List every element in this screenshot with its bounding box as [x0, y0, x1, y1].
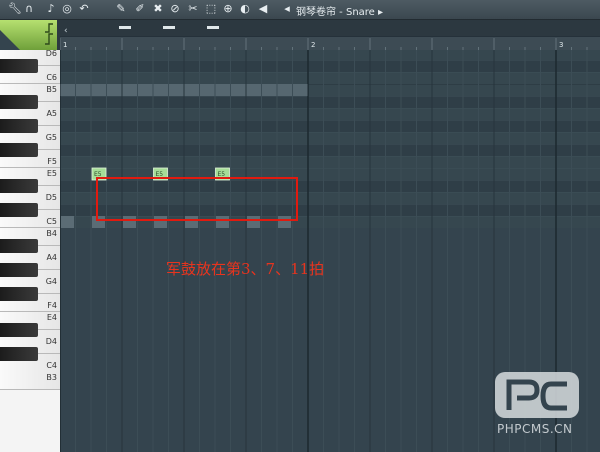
grid-row	[60, 96, 600, 108]
black-key[interactable]	[0, 179, 38, 193]
annotation-text: 军鼓放在第3、7、11拍	[166, 260, 325, 278]
black-key[interactable]	[0, 347, 38, 361]
piano-roll-toolbar: 🔧︎ ∩ ♪ ◎ ↶ ✎ ✐ ✖ ⊘ ✂ ⬚ ⊕ ◐ ◀ ◂ 钢琴卷帘 - Sn…	[0, 0, 600, 20]
window-title: 钢琴卷帘 - Snare ▸	[296, 3, 383, 18]
watermark-logo-icon	[506, 379, 567, 411]
key-label: D4	[45, 337, 57, 346]
ghost-row-b5	[107, 84, 122, 96]
mute-icon[interactable]: ⊘	[168, 2, 182, 16]
ruler-bar-number: 1	[63, 41, 67, 49]
ghost-row-b5	[122, 84, 137, 96]
key-label: A5	[46, 109, 57, 118]
key-label: E5	[46, 169, 57, 178]
key-label: G4	[45, 277, 57, 286]
ghost-row-b5	[184, 84, 199, 96]
grid-row	[60, 50, 600, 60]
black-key[interactable]	[0, 59, 38, 73]
loop-marker	[207, 26, 219, 29]
annotation-box	[96, 177, 298, 221]
ghost-row-b5	[262, 84, 277, 96]
pencil-icon[interactable]: ✎	[114, 2, 128, 16]
scroll-left-icon: ‹	[64, 26, 68, 35]
envelope-corner-button[interactable]	[0, 20, 57, 50]
playback-icon[interactable]: ◐	[238, 2, 252, 16]
ghost-row-b5	[76, 84, 91, 96]
black-key[interactable]	[0, 203, 38, 217]
key-label: C4	[46, 361, 57, 370]
speaker-icon[interactable]: ◀	[256, 2, 270, 16]
timeline-ruler[interactable]: 1 2 3	[59, 36, 600, 52]
black-key[interactable]	[0, 143, 38, 157]
grid-row	[60, 60, 600, 72]
grid-row	[60, 144, 600, 156]
loop-marker	[119, 26, 131, 29]
key-label: E4	[46, 313, 57, 322]
ghost-row-b5	[215, 84, 230, 96]
black-key[interactable]	[0, 95, 38, 109]
slice-icon[interactable]: ✂	[186, 2, 200, 16]
undo-icon[interactable]: ↶	[77, 2, 91, 16]
ruler-bar-number: 3	[559, 41, 563, 49]
black-key[interactable]	[0, 119, 38, 133]
key-label: F4	[47, 301, 57, 310]
key-label: C5	[46, 217, 57, 226]
ruler-bar-number: 2	[311, 41, 315, 49]
zoom-icon[interactable]: ⊕	[221, 2, 235, 16]
grid-row	[60, 132, 600, 144]
grid-row	[60, 120, 600, 132]
ghost-row-b5	[246, 84, 261, 96]
note-icon[interactable]: ♪	[44, 2, 58, 16]
watermark-badge	[495, 372, 579, 418]
ghost-row-b5	[153, 84, 168, 96]
key-label: D5	[45, 193, 57, 202]
watermark-text: PHPCMS.CN	[497, 422, 573, 436]
ghost-row-b5	[138, 84, 153, 96]
black-key[interactable]	[0, 239, 38, 253]
grid-row	[60, 72, 600, 84]
delete-icon[interactable]: ✖	[151, 2, 165, 16]
record-icon[interactable]: ◎	[60, 2, 74, 16]
ghost-row-b5	[277, 84, 292, 96]
black-key[interactable]	[0, 287, 38, 301]
key-label: A4	[46, 253, 57, 262]
loop-marker	[163, 26, 175, 29]
ghost-row-b5	[60, 84, 75, 96]
select-icon[interactable]: ⬚	[204, 2, 218, 16]
key-label: G5	[45, 133, 57, 142]
window-title-text: 钢琴卷帘 - Snare	[296, 7, 375, 18]
black-key[interactable]	[0, 263, 38, 277]
key-label: F5	[47, 157, 57, 166]
ghost-row-b5	[169, 84, 184, 96]
grid-row	[60, 156, 600, 168]
title-arrow-icon[interactable]: ▸	[378, 7, 383, 18]
magnet-icon[interactable]: ∩	[22, 2, 36, 16]
black-key[interactable]	[0, 323, 38, 337]
ghost-row-b5	[293, 84, 308, 96]
ghost-row-c5	[61, 216, 74, 228]
ghost-row-b5	[91, 84, 106, 96]
options-arrow-icon[interactable]: ◂	[280, 2, 294, 16]
corner-curve-icon	[0, 23, 53, 50]
key-label: C6	[46, 73, 57, 82]
wrench-icon[interactable]: 🔧︎	[8, 2, 22, 16]
loop-markers: ‹	[60, 20, 600, 36]
key-label: B5	[46, 85, 57, 94]
piano-keyboard[interactable]: D6 C6 B5 A5 G5 F5 E5 D5 C5 B4 A4 G4 F4 E4 D4 C4 B3	[0, 50, 60, 452]
brush-icon[interactable]: ✐	[133, 2, 147, 16]
ghost-row-b5	[200, 84, 215, 96]
key-label: B4	[46, 229, 57, 238]
grid-row	[60, 108, 600, 120]
key-label: D6	[45, 50, 57, 58]
key-label: B3	[46, 373, 57, 382]
ghost-row-b5	[231, 84, 246, 96]
